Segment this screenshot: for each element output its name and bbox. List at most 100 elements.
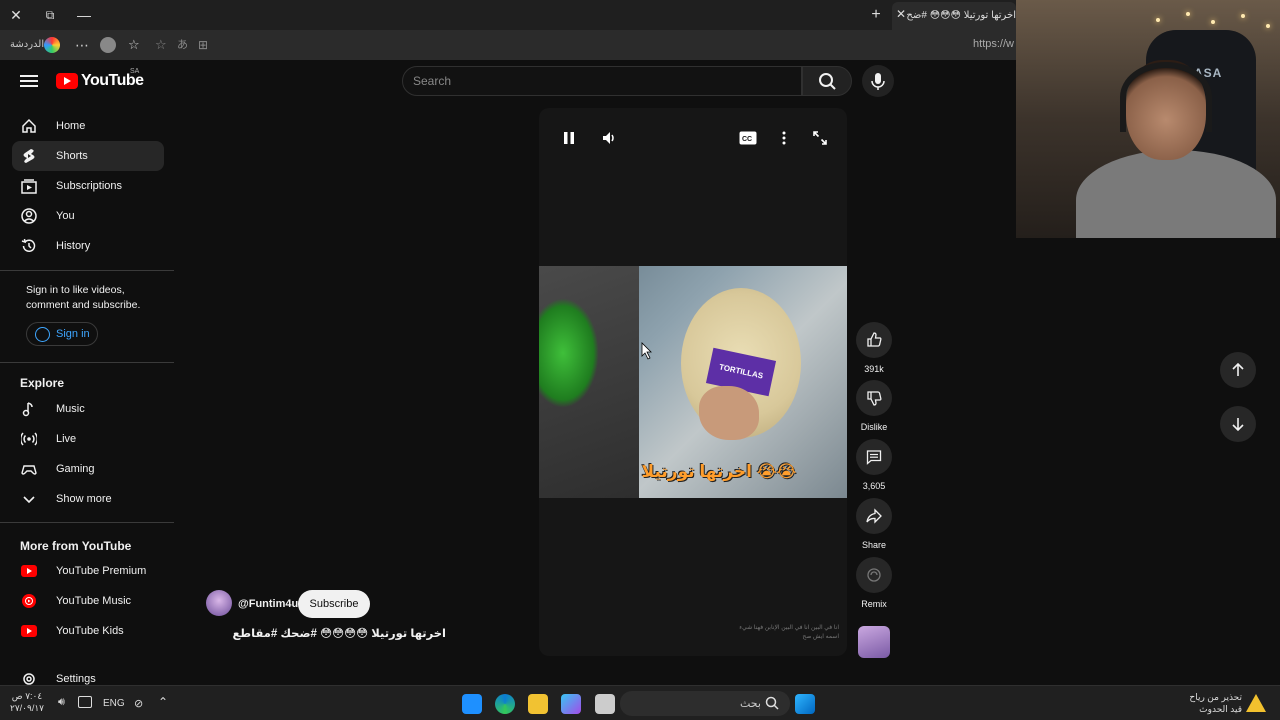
copilot-app-icon[interactable] — [561, 694, 581, 714]
sidebar-label: Music — [56, 403, 85, 415]
youtube-music-icon — [20, 592, 38, 610]
chevron-up-icon[interactable]: ⌃ — [158, 695, 172, 715]
network-off-icon[interactable]: ⊘ — [134, 697, 148, 717]
youtube-kids-icon — [20, 622, 38, 640]
restore-window-icon[interactable]: ⧉ — [40, 5, 60, 25]
minimize-window-icon[interactable]: — — [74, 5, 94, 25]
sidebar-item-youtube-music[interactable]: YouTube Music — [12, 586, 164, 616]
svg-text:CC: CC — [742, 136, 752, 143]
clock[interactable]: ٧:٠٤ ص ٢٧/٠٩/١٧ — [10, 690, 44, 714]
extensions-icon[interactable]: ⊞ — [198, 37, 208, 53]
sidebar-item-shorts[interactable]: Shorts — [12, 141, 164, 171]
shirt-cat-print — [539, 298, 599, 408]
app-window-icon[interactable] — [595, 694, 615, 714]
sidebar-label: History — [56, 240, 91, 252]
file-explorer-icon[interactable] — [528, 694, 548, 714]
sidebar-label: Live — [56, 433, 77, 445]
video-frame[interactable]: TORTILLAS 😭😭 اخرتها تورتيلا — [539, 266, 847, 498]
voice-search-button[interactable] — [862, 65, 894, 97]
microphone-icon — [871, 73, 885, 90]
sidebar-item-history[interactable]: History — [12, 231, 164, 261]
sidebar-item-youtube-premium[interactable]: YouTube Premium — [12, 556, 164, 586]
translate-icon[interactable]: あ — [177, 37, 188, 53]
sidebar-item-settings[interactable]: Settings — [12, 664, 164, 685]
display-icon[interactable] — [78, 696, 92, 708]
like-action[interactable]: 391k — [856, 322, 892, 374]
like-button[interactable] — [856, 322, 892, 358]
chat-label[interactable]: الدردشة — [10, 37, 44, 53]
weather-widget[interactable]: تحذير من رياح قيد الحدوث — [1180, 691, 1242, 715]
menu-icon[interactable] — [20, 72, 38, 90]
tab-close-icon[interactable]: ✕ — [896, 8, 908, 20]
sidebar-item-live[interactable]: Live — [12, 424, 164, 454]
edge-icon[interactable] — [495, 694, 515, 714]
captions-icon[interactable]: CC — [738, 128, 758, 148]
browser-titlebar: ✕ ⧉ — + اخرتها تورتيلا 😳😳😳 #ضح ✕ — [0, 0, 1016, 30]
subscribe-button[interactable]: Subscribe — [298, 590, 370, 618]
store-icon[interactable] — [462, 694, 482, 714]
sidebar-item-you[interactable]: You — [12, 201, 164, 231]
fairy-light — [1156, 18, 1160, 22]
input-language[interactable]: ENG — [103, 698, 125, 709]
region-code: SA — [130, 68, 140, 75]
shorts-player[interactable]: CC TORTILLAS 😭😭 اخرتها تورتيلا انا في ال… — [539, 108, 847, 656]
sidebar-item-show-more[interactable]: Show more — [12, 484, 164, 514]
remix-action[interactable]: Remix — [856, 557, 892, 609]
fairy-light — [1211, 20, 1215, 24]
volume-icon[interactable] — [599, 128, 619, 148]
search-button[interactable] — [802, 66, 852, 96]
sound-source-thumbnail[interactable] — [858, 626, 890, 658]
more-from-youtube-heading: More from YouTube — [20, 539, 132, 553]
live-icon — [20, 430, 38, 448]
channel-avatar[interactable] — [206, 590, 232, 616]
clock-date: ٢٧/٠٩/١٧ — [10, 703, 45, 713]
previous-short-button[interactable] — [1220, 352, 1256, 388]
channel-name[interactable]: @Funtim4u — [238, 598, 298, 610]
favorites-icon[interactable]: ☆ — [128, 37, 140, 53]
sidebar-label: Shorts — [56, 150, 88, 162]
warning-icon[interactable] — [1246, 694, 1266, 712]
copilot-icon[interactable] — [44, 37, 60, 53]
sidebar-item-home[interactable]: Home — [12, 111, 164, 141]
search-input[interactable]: Search — [402, 66, 802, 96]
share-action[interactable]: Share — [856, 498, 892, 550]
sidebar-divider — [0, 270, 174, 271]
pause-icon[interactable] — [559, 128, 579, 148]
more-options-icon[interactable] — [774, 128, 794, 148]
speaker-icon[interactable]: 🔊︎ — [58, 696, 72, 716]
dislike-action[interactable]: Dislike — [856, 380, 892, 432]
sidebar-item-subscriptions[interactable]: Subscriptions — [12, 171, 164, 201]
remix-icon — [867, 568, 881, 582]
sidebar-item-youtube-kids[interactable]: YouTube Kids — [12, 616, 164, 646]
thumbs-down-icon — [867, 391, 882, 406]
sidebar-item-music[interactable]: Music — [12, 394, 164, 424]
sidebar-item-gaming[interactable]: Gaming — [12, 454, 164, 484]
browser-tab[interactable]: اخرتها تورتيلا 😳😳😳 #ضح — [892, 2, 1016, 30]
sidebar-divider — [0, 522, 174, 523]
fullscreen-icon[interactable] — [810, 128, 830, 148]
comment-count: 3,605 — [862, 481, 886, 491]
you-icon — [20, 207, 38, 225]
new-tab-button[interactable]: + — [866, 5, 886, 25]
gaming-icon — [20, 460, 38, 478]
comments-button[interactable] — [856, 439, 892, 475]
sidebar-label: Show more — [56, 493, 112, 505]
signin-label: Sign in — [56, 328, 90, 340]
signin-button[interactable]: Sign in — [26, 322, 98, 346]
comments-action[interactable]: 3,605 — [856, 439, 892, 491]
share-button[interactable] — [856, 498, 892, 534]
share-label: Share — [861, 540, 887, 550]
close-window-icon[interactable]: ✕ — [6, 5, 26, 25]
account-icon — [35, 326, 50, 342]
dislike-button[interactable] — [856, 380, 892, 416]
youtube-page: YouTube SA Search Home Shorts Subscripti… — [0, 60, 1016, 685]
more-menu-icon[interactable]: ⋯ — [75, 37, 89, 53]
next-short-button[interactable] — [1220, 406, 1256, 442]
remix-button[interactable] — [856, 557, 892, 593]
address-bar-url[interactable]: https://w — [973, 38, 1014, 50]
add-favorite-icon[interactable]: ☆ — [155, 37, 167, 53]
gear-icon — [20, 670, 38, 685]
sidebar-label: Gaming — [56, 463, 95, 475]
windows-start-icon[interactable] — [795, 694, 815, 714]
profile-icon[interactable] — [100, 37, 116, 53]
